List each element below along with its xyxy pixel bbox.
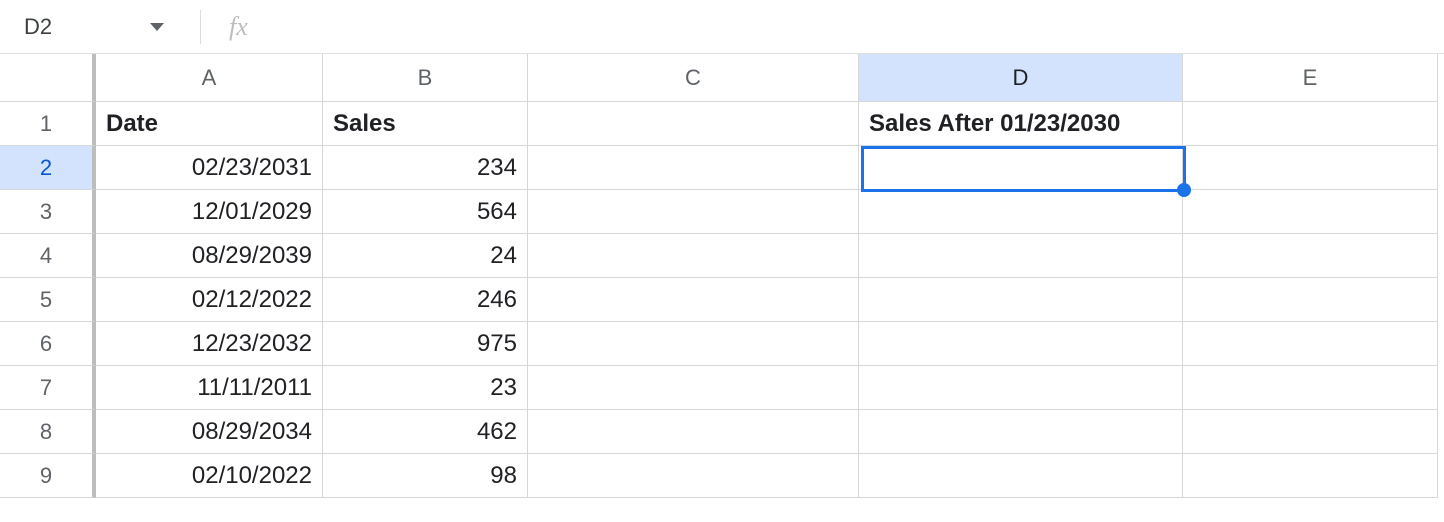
cell-E6[interactable] [1183, 322, 1438, 366]
row-header-1[interactable]: 1 [0, 102, 96, 146]
row-5: 5 02/12/2022 246 [0, 278, 1438, 322]
cell-C3[interactable] [528, 190, 859, 234]
cell-D3[interactable] [859, 190, 1183, 234]
formula-input[interactable] [248, 0, 1444, 53]
name-box[interactable]: D2 [12, 0, 172, 53]
cell-B1[interactable]: Sales [323, 102, 528, 146]
row-header-2[interactable]: 2 [0, 146, 96, 190]
cell-D7[interactable] [859, 366, 1183, 410]
cell-C4[interactable] [528, 234, 859, 278]
cell-B3[interactable]: 564 [323, 190, 528, 234]
column-header-A[interactable]: A [96, 54, 323, 102]
column-header-C[interactable]: C [528, 54, 859, 102]
cell-C8[interactable] [528, 410, 859, 454]
cell-E2[interactable] [1183, 146, 1438, 190]
row-8: 8 08/29/2034 462 [0, 410, 1438, 454]
row-9: 9 02/10/2022 98 [0, 454, 1438, 498]
row-4: 4 08/29/2039 24 [0, 234, 1438, 278]
row-header-7[interactable]: 7 [0, 366, 96, 410]
cell-A2[interactable]: 02/23/2031 [96, 146, 323, 190]
cell-B9[interactable]: 98 [323, 454, 528, 498]
cell-E7[interactable] [1183, 366, 1438, 410]
column-header-B[interactable]: B [323, 54, 528, 102]
cell-C2[interactable] [528, 146, 859, 190]
chevron-down-icon[interactable] [150, 23, 164, 31]
cell-E9[interactable] [1183, 454, 1438, 498]
row-header-5[interactable]: 5 [0, 278, 96, 322]
row-header-6[interactable]: 6 [0, 322, 96, 366]
row-header-8[interactable]: 8 [0, 410, 96, 454]
cell-B4[interactable]: 24 [323, 234, 528, 278]
cell-C7[interactable] [528, 366, 859, 410]
sheet-area: A B C D E 1 Date Sales Sales After 01/23… [0, 54, 1444, 498]
cell-A6[interactable]: 12/23/2032 [96, 322, 323, 366]
cell-A9[interactable]: 02/10/2022 [96, 454, 323, 498]
column-header-D[interactable]: D [859, 54, 1183, 102]
column-headers-row: A B C D E [0, 54, 1438, 102]
cell-E5[interactable] [1183, 278, 1438, 322]
cell-D2[interactable] [859, 146, 1183, 190]
name-box-text: D2 [24, 14, 52, 40]
cell-A4[interactable]: 08/29/2039 [96, 234, 323, 278]
row-6: 6 12/23/2032 975 [0, 322, 1438, 366]
cell-D8[interactable] [859, 410, 1183, 454]
row-header-3[interactable]: 3 [0, 190, 96, 234]
formula-bar: D2 fx [0, 0, 1444, 54]
cell-E1[interactable] [1183, 102, 1438, 146]
cell-C6[interactable] [528, 322, 859, 366]
cell-C1[interactable] [528, 102, 859, 146]
cell-B5[interactable]: 246 [323, 278, 528, 322]
cell-C9[interactable] [528, 454, 859, 498]
column-header-E[interactable]: E [1183, 54, 1438, 102]
cell-B7[interactable]: 23 [323, 366, 528, 410]
cell-E3[interactable] [1183, 190, 1438, 234]
cell-D5[interactable] [859, 278, 1183, 322]
cell-B8[interactable]: 462 [323, 410, 528, 454]
cell-D1[interactable]: Sales After 01/23/2030 [859, 102, 1183, 146]
row-7: 7 11/11/2011 23 [0, 366, 1438, 410]
cell-A1[interactable]: Date [96, 102, 323, 146]
cell-E4[interactable] [1183, 234, 1438, 278]
row-3: 3 12/01/2029 564 [0, 190, 1438, 234]
fx-icon: fx [229, 12, 248, 42]
spreadsheet-grid[interactable]: A B C D E 1 Date Sales Sales After 01/23… [0, 54, 1438, 498]
cell-E8[interactable] [1183, 410, 1438, 454]
cell-A8[interactable]: 08/29/2034 [96, 410, 323, 454]
cell-A3[interactable]: 12/01/2029 [96, 190, 323, 234]
cell-C5[interactable] [528, 278, 859, 322]
select-all-corner[interactable] [0, 54, 96, 102]
cell-B6[interactable]: 975 [323, 322, 528, 366]
row-header-4[interactable]: 4 [0, 234, 96, 278]
cell-D6[interactable] [859, 322, 1183, 366]
row-2: 2 02/23/2031 234 [0, 146, 1438, 190]
cell-D9[interactable] [859, 454, 1183, 498]
cell-A5[interactable]: 02/12/2022 [96, 278, 323, 322]
cell-D4[interactable] [859, 234, 1183, 278]
cell-B2[interactable]: 234 [323, 146, 528, 190]
row-header-9[interactable]: 9 [0, 454, 96, 498]
row-1: 1 Date Sales Sales After 01/23/2030 [0, 102, 1438, 146]
divider [200, 10, 201, 44]
cell-A7[interactable]: 11/11/2011 [96, 366, 323, 410]
